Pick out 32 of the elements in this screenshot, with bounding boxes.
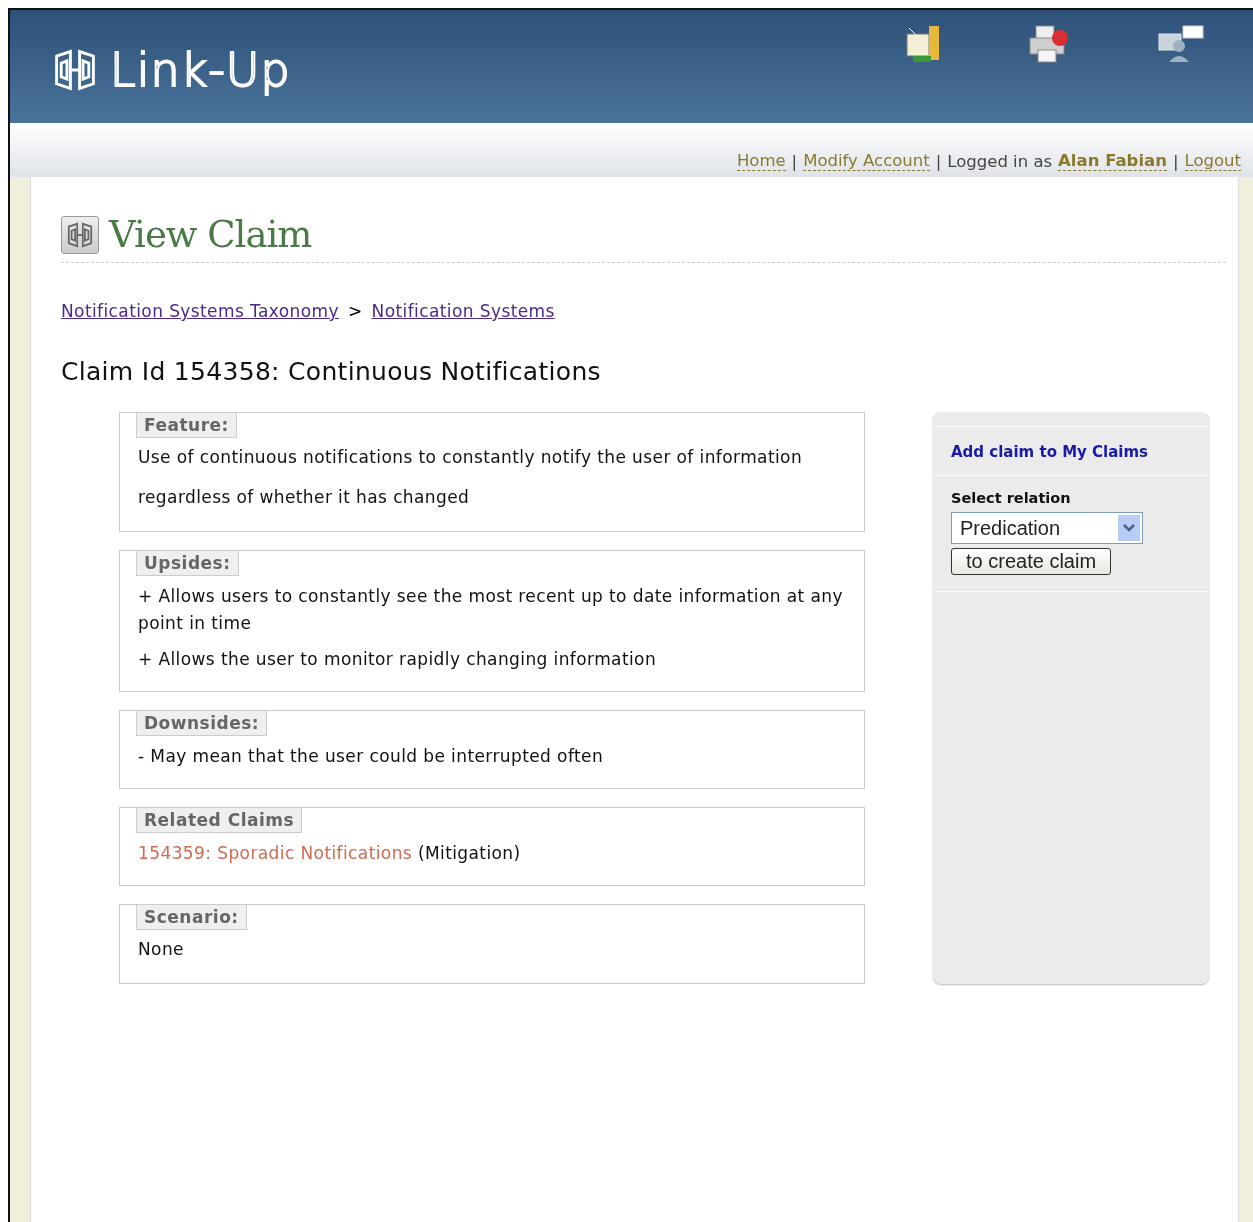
breadcrumb-separator: > xyxy=(347,301,363,321)
claim-icon xyxy=(66,220,94,249)
related-claim-link[interactable]: 154359: Sporadic Notifications xyxy=(138,843,413,863)
add-claim-link[interactable]: Add claim to My Claims xyxy=(933,426,1209,476)
section-legend: Scenario: xyxy=(136,904,247,930)
user-name-link[interactable]: Alan Fabian xyxy=(1058,151,1167,171)
breadcrumb-link[interactable]: Notification Systems Taxonomy xyxy=(61,301,339,321)
section-legend: Downsides: xyxy=(136,710,268,736)
relation-type: (Mitigation) xyxy=(417,843,521,863)
claim-heading: Claim Id 154358: Continuous Notifications xyxy=(61,357,602,386)
list-item: + Allows users to constantly see the most recent up to date information at any point in time xyxy=(138,585,844,635)
list-item: + Allows the user to monitor rapidly changing information xyxy=(138,648,658,671)
section-text: None xyxy=(138,938,185,961)
page-title: View Claim xyxy=(109,213,312,256)
separator: | xyxy=(1172,152,1179,171)
nav-link[interactable]: Modify Account xyxy=(803,151,930,171)
separator: | xyxy=(791,152,798,171)
field-label: Select relation xyxy=(951,490,1072,506)
breadcrumb-link[interactable]: Notification Systems xyxy=(371,301,555,321)
logo-text: Link-Up xyxy=(110,42,291,97)
section-legend: Related Claims xyxy=(136,807,303,833)
section-legend: Feature: xyxy=(136,412,237,438)
nav-link[interactable]: Home xyxy=(736,151,786,171)
computer-user-icon[interactable] xyxy=(1157,24,1205,64)
relation-dropdown[interactable]: Predication xyxy=(951,512,1143,544)
list-item: - May mean that the user could be interrupted often xyxy=(138,745,605,768)
login-status-text: Logged in as xyxy=(947,152,1053,171)
nav-link[interactable]: Logout xyxy=(1184,151,1241,171)
section-legend: Upsides: xyxy=(136,550,239,576)
separator: | xyxy=(935,152,942,171)
create-claim-button[interactable]: to create claim xyxy=(951,548,1112,575)
section-text: Use of continuous notifications to constantly notify the user of information regardless of whether it has changed xyxy=(138,446,804,509)
